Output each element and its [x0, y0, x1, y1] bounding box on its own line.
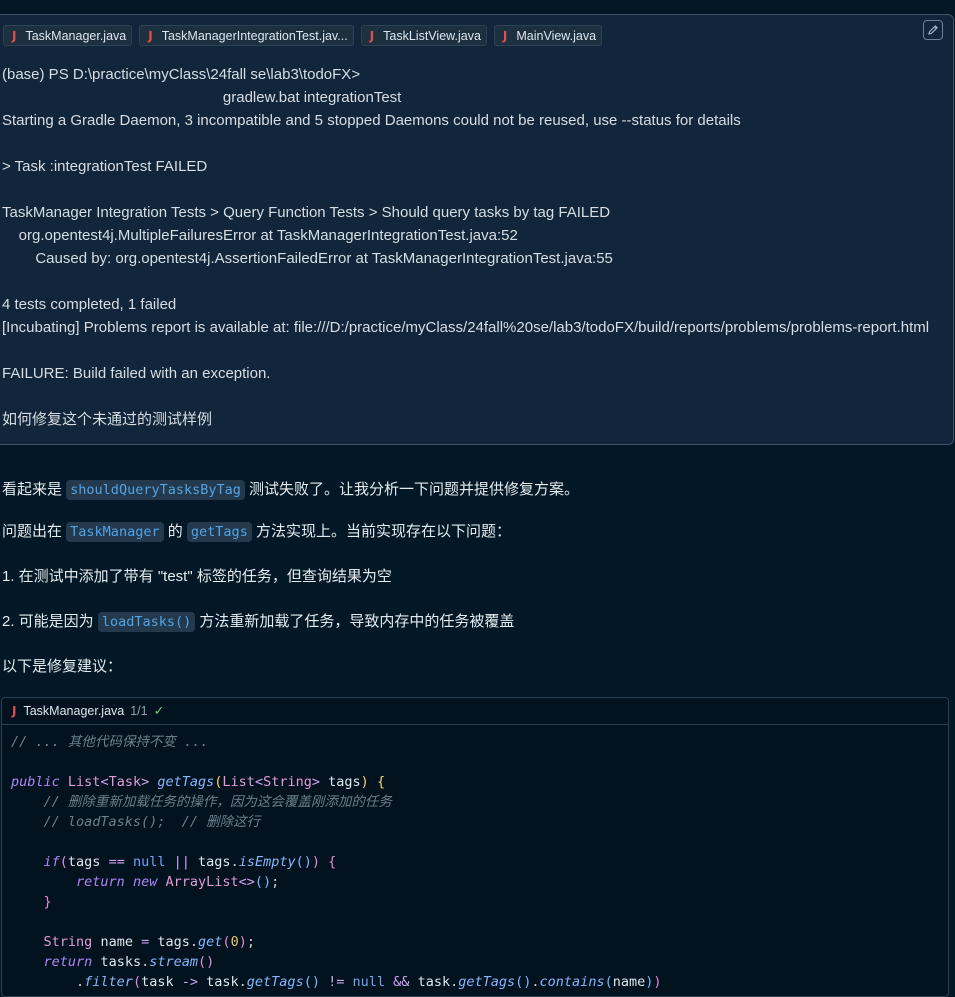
text: 方法重新加载了任务，导致内存中的任务被覆盖	[195, 613, 515, 630]
java-file-icon: J	[12, 704, 17, 718]
user-message: J TaskManager.java J TaskManagerIntegratio…	[0, 14, 954, 445]
terminal-line: Caused by: org.opentest4j.AssertionFaile…	[2, 250, 613, 267]
code-block-filename: TaskManager.java	[23, 704, 125, 718]
inline-code[interactable]: TaskManager	[66, 522, 164, 542]
file-chip-label: MainView.java	[516, 28, 597, 43]
file-chip-label: TaskListView.java	[383, 28, 481, 43]
terminal-line: gradlew.bat integrationTest	[2, 89, 402, 106]
context-file-chips: J TaskManager.java J TaskManagerIntegratio…	[3, 25, 603, 46]
fix-intro: 以下是修复建议：	[2, 658, 123, 675]
file-chip-label: TaskManagerIntegrationTest.jav...	[161, 28, 348, 43]
code-block: J TaskManager.java 1/1 ✓ // ... 其他代码保持不变…	[1, 697, 949, 997]
file-chip[interactable]: J MainView.java	[493, 25, 603, 46]
inline-code[interactable]: getTags	[186, 522, 252, 542]
java-file-icon: J	[12, 28, 17, 43]
list-item: 1. 在测试中添加了带有 "test" 标签的任务，但查询结果为空	[2, 568, 392, 585]
text: 看起来是	[2, 481, 67, 498]
java-file-icon: J	[148, 28, 153, 43]
file-chip[interactable]: J TaskManagerIntegrationTest.jav...	[139, 25, 354, 46]
text: 测试失败了。让我分析一下问题并提供修复方案。	[244, 481, 580, 498]
terminal-line: Starting a Gradle Daemon, 3 incompatible…	[2, 112, 741, 129]
text: 方法实现上。当前实现存在以下问题：	[251, 523, 511, 540]
terminal-line: org.opentest4j.MultipleFailuresError at …	[2, 227, 518, 244]
terminal-line: (base) PS D:\practice\myClass\24fall se\…	[2, 66, 361, 83]
inline-code[interactable]: shouldQueryTasksByTag	[66, 480, 245, 500]
edit-icon	[928, 25, 938, 35]
java-file-icon: J	[502, 28, 508, 43]
check-icon: ✓	[153, 703, 165, 718]
file-chip[interactable]: J TaskListView.java	[360, 25, 487, 46]
change-count: 1/1	[130, 704, 148, 718]
user-question: 如何修复这个未通过的测试样例	[2, 411, 213, 428]
java-file-icon: J	[369, 28, 375, 43]
file-chip[interactable]: J TaskManager.java	[3, 25, 133, 46]
code-content: // ... 其他代码保持不变 ... public List<Task> ge…	[11, 734, 662, 990]
terminal-line: > Task :integrationTest FAILED	[2, 158, 208, 175]
list-item: 2. 可能是因为 loadTasks() 方法重新加载了任务，导致内存中的任务被…	[2, 610, 515, 632]
text: 2. 可能是因为	[2, 613, 98, 630]
file-chip-label: TaskManager.java	[25, 28, 127, 43]
text: 的	[163, 523, 187, 540]
terminal-line: 4 tests completed, 1 failed	[2, 296, 177, 313]
response-paragraph: 问题出在 TaskManager 的 getTags 方法实现上。当前实现存在以…	[2, 520, 511, 542]
terminal-line: FAILURE: Build failed with an exception.	[2, 365, 271, 382]
terminal-line: [Incubating] Problems report is availabl…	[2, 319, 930, 336]
terminal-line: TaskManager Integration Tests > Query Fu…	[2, 204, 611, 221]
inline-code[interactable]: loadTasks()	[97, 612, 196, 632]
response-paragraph: 看起来是 shouldQueryTasksByTag 测试失败了。让我分析一下问…	[2, 478, 580, 500]
terminal-output: (base) PS D:\practice\myClass\24fall se\…	[2, 63, 950, 431]
text: 问题出在	[2, 523, 67, 540]
edit-message-button[interactable]	[923, 20, 943, 40]
code-block-header[interactable]: J TaskManager.java 1/1 ✓	[2, 698, 948, 725]
